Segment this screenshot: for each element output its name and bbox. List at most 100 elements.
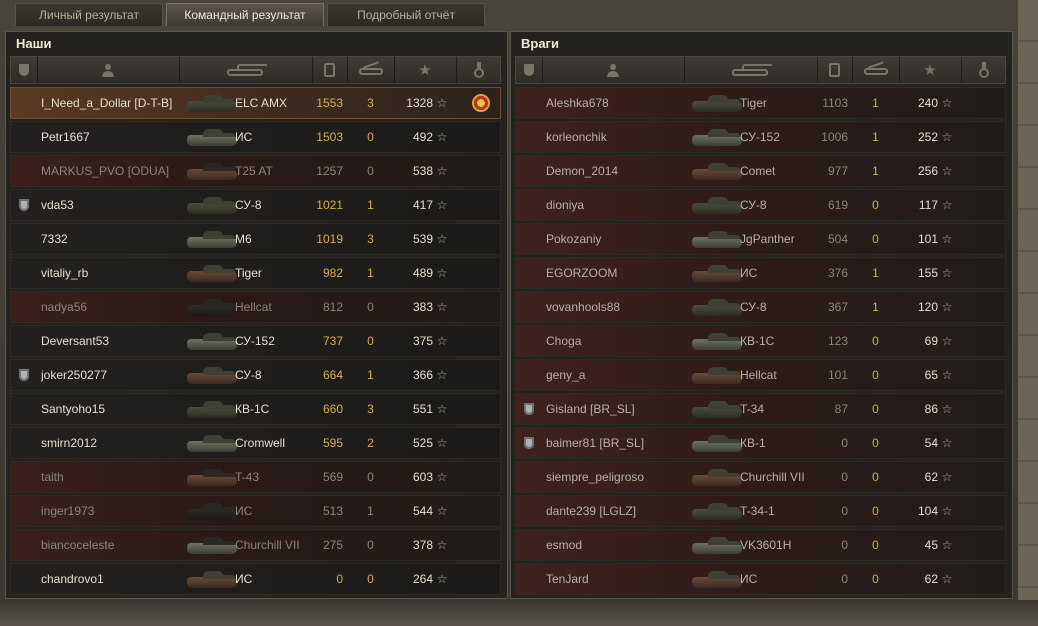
sort-by-badge[interactable] [516, 57, 543, 83]
tank-silhouette-icon [187, 298, 237, 317]
tab-personal-result[interactable]: Личный результат [15, 3, 163, 26]
table-row[interactable]: Petr1667 ИС 1503 0 492 ☆ [10, 121, 501, 153]
player-name[interactable]: Choga [546, 326, 686, 356]
player-name[interactable]: vda53 [41, 190, 181, 220]
table-row[interactable]: vovanhools88 СУ-8 367 1 120 ☆ [515, 291, 1006, 323]
player-name[interactable]: geny_a [546, 360, 686, 390]
table-row[interactable]: EGORZOOM ИС 376 1 155 ☆ [515, 257, 1006, 289]
player-name[interactable]: esmod [546, 530, 686, 560]
table-row[interactable]: Santyoho15 КВ-1С 660 3 551 ☆ [10, 393, 501, 425]
tank-image-cell [684, 462, 744, 492]
table-row[interactable]: dante239 [LGLZ] T-34-1 0 0 104 ☆ [515, 495, 1006, 527]
player-name[interactable]: nadya56 [41, 292, 181, 322]
table-row[interactable]: nadya56 Hellcat 812 0 383 ☆ [10, 291, 501, 323]
sort-by-damage[interactable] [817, 57, 853, 83]
table-row[interactable]: chandrovo1 ИС 0 0 264 ☆ [10, 563, 501, 595]
player-name[interactable]: Deversant53 [41, 326, 181, 356]
player-name[interactable]: Demon_2014 [546, 156, 686, 186]
sort-by-damage[interactable] [312, 57, 348, 83]
table-row[interactable]: dioniya СУ-8 619 0 117 ☆ [515, 189, 1006, 221]
table-row[interactable]: TenJard ИС 0 0 62 ☆ [515, 563, 1006, 595]
platoon-badge-cell [516, 530, 542, 560]
sort-by-player[interactable] [37, 57, 180, 83]
table-row[interactable]: Deversant53 СУ-152 737 0 375 ☆ [10, 325, 501, 357]
tank-image-cell [179, 530, 239, 560]
star-icon: ☆ [941, 470, 953, 484]
tank-image-cell [179, 360, 239, 390]
player-name[interactable]: siempre_peligroso [546, 462, 686, 492]
table-row[interactable]: joker250277 СУ-8 664 1 366 ☆ [10, 359, 501, 391]
sort-by-badge[interactable] [11, 57, 38, 83]
player-name[interactable]: vitaliy_rb [41, 258, 181, 288]
star-icon: ☆ [941, 436, 953, 450]
tab-team-result[interactable]: Командный результат [166, 3, 324, 26]
table-row[interactable]: I_Need_a_Dollar [D-T-B] ELC AMX 1553 3 1328 ☆ [10, 87, 501, 119]
player-name[interactable]: chandrovo1 [41, 564, 181, 594]
player-name[interactable]: Santyoho15 [41, 394, 181, 424]
player-name[interactable]: baimer81 [BR_SL] [546, 428, 686, 458]
sort-by-player[interactable] [542, 57, 685, 83]
player-name[interactable]: dante239 [LGLZ] [546, 496, 686, 526]
platoon-badge-cell [516, 394, 542, 424]
player-name[interactable]: TenJard [546, 564, 686, 594]
table-row[interactable]: Aleshka678 Tiger 1103 1 240 ☆ [515, 87, 1006, 119]
tank-name: T-34 [740, 402, 765, 416]
damage-value: 1021 [316, 198, 343, 212]
table-row[interactable]: Pokozaniy JgPanther 504 0 101 ☆ [515, 223, 1006, 255]
tank-name: СУ-8 [235, 368, 262, 382]
table-row[interactable]: taith T-43 569 0 603 ☆ [10, 461, 501, 493]
star-icon: ☆ [436, 232, 448, 246]
table-row[interactable]: vda53 СУ-8 1021 1 417 ☆ [10, 189, 501, 221]
player-name[interactable]: 7332 [41, 224, 181, 254]
player-name[interactable]: dioniya [546, 190, 686, 220]
table-row[interactable]: esmod VK3601H 0 0 45 ☆ [515, 529, 1006, 561]
sort-by-tank[interactable] [684, 57, 818, 83]
player-name[interactable]: taith [41, 462, 181, 492]
star-icon: ★ [923, 62, 937, 79]
table-row[interactable]: siempre_peligroso Churchill VII 0 0 62 ☆ [515, 461, 1006, 493]
table-row[interactable]: vitaliy_rb Tiger 982 1 489 ☆ [10, 257, 501, 289]
sort-by-medals[interactable] [456, 57, 501, 83]
table-row[interactable]: inger1973 ИС 513 1 544 ☆ [10, 495, 501, 527]
xp-value: 252 [917, 130, 938, 144]
tab-detailed-report[interactable]: Подробный отчёт [327, 3, 485, 26]
table-row[interactable]: smirn2012 Cromwell 595 2 525 ☆ [10, 427, 501, 459]
sort-by-kills[interactable] [347, 57, 395, 83]
player-name[interactable]: joker250277 [41, 360, 181, 390]
player-name[interactable]: EGORZOOM [546, 258, 686, 288]
kills-value: 1 [872, 96, 879, 110]
sort-by-xp[interactable]: ★ [394, 57, 457, 83]
player-name[interactable]: korleonchik [546, 122, 686, 152]
player-name[interactable]: Pokozaniy [546, 224, 686, 254]
order-medal-icon[interactable] [472, 94, 490, 112]
player-name[interactable]: Gisland [BR_SL] [546, 394, 686, 424]
sort-by-tank[interactable] [179, 57, 313, 83]
table-row[interactable]: MARKUS_PVO [ODUA] T25 AT 1257 0 538 ☆ [10, 155, 501, 187]
kills-value: 0 [367, 572, 374, 586]
sort-by-kills[interactable] [852, 57, 900, 83]
xp-value: 62 [924, 572, 938, 586]
table-row[interactable]: Demon_2014 Comet 977 1 256 ☆ [515, 155, 1006, 187]
platoon-badge-cell [516, 292, 542, 322]
table-row[interactable]: baimer81 [BR_SL] КВ-1 0 0 54 ☆ [515, 427, 1006, 459]
player-name[interactable]: Aleshka678 [546, 88, 686, 118]
player-name[interactable]: inger1973 [41, 496, 181, 526]
sort-by-xp[interactable]: ★ [899, 57, 962, 83]
table-row[interactable]: Choga КВ-1С 123 0 69 ☆ [515, 325, 1006, 357]
table-row[interactable]: biancoceleste Churchill VII 275 0 378 ☆ [10, 529, 501, 561]
kills-value: 0 [367, 470, 374, 484]
table-row[interactable]: 7332 M6 1019 3 539 ☆ [10, 223, 501, 255]
table-row[interactable]: geny_a Hellcat 101 0 65 ☆ [515, 359, 1006, 391]
tab-bar: Личный результат Командный результат Под… [15, 3, 485, 27]
player-name[interactable]: Petr1667 [41, 122, 181, 152]
player-name[interactable]: smirn2012 [41, 428, 181, 458]
star-icon: ☆ [941, 300, 953, 314]
table-row[interactable]: korleonchik СУ-152 1006 1 252 ☆ [515, 121, 1006, 153]
player-name[interactable]: I_Need_a_Dollar [D-T-B] [41, 88, 181, 118]
player-name[interactable]: biancoceleste [41, 530, 181, 560]
table-row[interactable]: Gisland [BR_SL] T-34 87 0 86 ☆ [515, 393, 1006, 425]
damage-value: 595 [322, 436, 343, 450]
sort-by-medals[interactable] [961, 57, 1006, 83]
player-name[interactable]: MARKUS_PVO [ODUA] [41, 156, 181, 186]
player-name[interactable]: vovanhools88 [546, 292, 686, 322]
